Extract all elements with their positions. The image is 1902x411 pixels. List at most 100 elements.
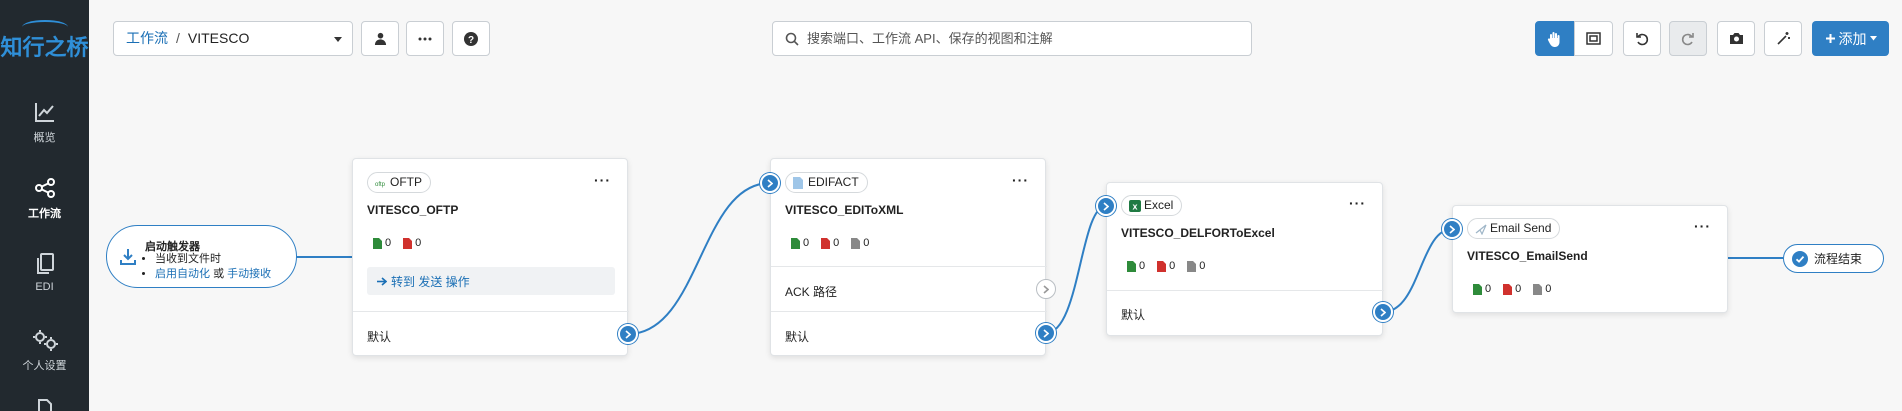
error-count[interactable]: 0 <box>821 237 839 249</box>
connector-type-label: OFTP <box>390 175 422 189</box>
node-status-counts: 0 0 <box>373 237 421 249</box>
enable-automation-link[interactable]: 启用自动化 <box>155 268 210 280</box>
magic-wand-icon <box>1776 32 1790 45</box>
error-count[interactable]: 0 <box>403 237 421 249</box>
error-count-value: 0 <box>415 237 422 249</box>
error-count[interactable]: 0 <box>1157 260 1175 272</box>
success-count-value: 0 <box>385 237 392 249</box>
node-title: VITESCO_EDIToXML <box>785 203 904 217</box>
caret-down-icon <box>1869 36 1877 41</box>
pending-count[interactable]: 0 <box>1533 283 1551 295</box>
sidebar-item-label: 个人设置 <box>22 360 67 372</box>
input-port[interactable] <box>760 173 780 193</box>
email-icon <box>1475 224 1487 235</box>
breadcrumb-root-link[interactable]: 工作流 <box>126 30 168 46</box>
document-icon <box>37 399 52 411</box>
screenshot-button[interactable] <box>1717 21 1755 56</box>
flow-end-label: 流程结束 <box>1814 252 1863 266</box>
svg-text:oftp: oftp <box>375 182 386 188</box>
connector-edifact-excel <box>1045 205 1107 334</box>
node-title: VITESCO_OFTP <box>367 203 459 217</box>
camera-icon <box>1729 33 1743 44</box>
select-mode-button[interactable] <box>1574 21 1613 56</box>
manual-receive-link[interactable]: 手动接收 <box>227 268 271 280</box>
output-port-ack[interactable] <box>1036 279 1056 299</box>
node-menu-button[interactable]: ··· <box>1694 218 1711 234</box>
output-port-default[interactable] <box>1036 323 1056 343</box>
search-icon <box>785 32 799 46</box>
arrow-right-icon <box>377 276 387 286</box>
divider <box>1107 290 1384 291</box>
pending-count-value: 0 <box>863 237 870 249</box>
file-success-icon <box>791 237 800 249</box>
sidebar-item-more[interactable] <box>0 398 89 411</box>
auto-layout-button[interactable] <box>1764 21 1802 56</box>
search-box[interactable] <box>772 21 1252 56</box>
pan-mode-button[interactable] <box>1535 21 1574 56</box>
sidebar-item-settings[interactable]: 个人设置 <box>0 328 89 373</box>
output-port-default[interactable] <box>1373 302 1393 322</box>
sidebar-item-overview[interactable]: 概览 <box>0 100 89 145</box>
connector-type-label: EDIFACT <box>808 175 859 189</box>
node-menu-button[interactable]: ··· <box>594 172 611 188</box>
node-email-send[interactable]: Email Send ··· VITESCO_EmailSend 0 0 0 <box>1452 205 1728 313</box>
redo-button[interactable] <box>1669 21 1707 56</box>
pending-count[interactable]: 0 <box>851 237 869 249</box>
success-count-value: 0 <box>803 237 810 249</box>
add-button[interactable]: 添加 <box>1812 21 1889 56</box>
start-trigger-links: 启用自动化 或 手动接收 <box>155 267 271 282</box>
connector-type-badge: Email Send <box>1467 218 1561 239</box>
node-edifact[interactable]: EDIFACT ··· VITESCO_EDIToXML 0 0 0 ACK 路… <box>770 158 1047 356</box>
user-button[interactable] <box>361 21 399 56</box>
connector-type-label: Email Send <box>1490 221 1552 235</box>
node-menu-button[interactable]: ··· <box>1349 195 1366 211</box>
sidebar-item-label: 工作流 <box>28 208 61 220</box>
search-input[interactable] <box>807 31 1227 46</box>
excel-icon: x <box>1129 200 1141 212</box>
undo-button[interactable] <box>1623 21 1661 56</box>
goto-send-action[interactable]: 转到 发送 操作 <box>367 267 615 295</box>
input-port[interactable] <box>1096 196 1116 216</box>
success-count[interactable]: 0 <box>1127 260 1145 272</box>
chevron-down-icon[interactable] <box>334 37 342 42</box>
pending-count[interactable]: 0 <box>1187 260 1205 272</box>
node-title: VITESCO_DELFORToExcel <box>1121 226 1275 240</box>
sidebar-item-edi[interactable]: EDI <box>0 252 89 293</box>
node-menu-button[interactable]: ··· <box>1012 172 1029 188</box>
error-count-value: 0 <box>833 237 840 249</box>
chevron-right-icon <box>1449 224 1455 234</box>
output-port-default[interactable] <box>618 324 638 344</box>
connector-oftp-edifact <box>627 182 771 335</box>
file-pending-icon <box>851 237 861 249</box>
input-port[interactable] <box>1442 219 1462 239</box>
more-options-button[interactable] <box>406 21 444 56</box>
error-count[interactable]: 0 <box>1503 283 1521 295</box>
help-icon: ? <box>464 31 478 46</box>
sidebar-item-workflow[interactable]: 工作流 <box>0 176 89 221</box>
canvas-mode-toggle[interactable] <box>1535 21 1613 56</box>
user-icon <box>374 32 386 45</box>
node-status-counts: 0 0 0 <box>791 237 869 249</box>
breadcrumb[interactable]: 工作流 / VITESCO <box>113 21 353 56</box>
file-success-icon <box>1473 283 1482 295</box>
success-count[interactable]: 0 <box>791 237 809 249</box>
pending-count-value: 0 <box>1199 260 1206 272</box>
help-button[interactable]: ? <box>452 21 490 56</box>
app-logo[interactable]: 知行之桥 <box>0 30 89 62</box>
success-count[interactable]: 0 <box>373 237 391 249</box>
node-oftp[interactable]: oftp OFTP ··· VITESCO_OFTP 0 0 转到 发送 操作 … <box>352 158 629 356</box>
breadcrumb-separator: / <box>176 30 180 46</box>
start-trigger[interactable]: 启动触发器 当收到文件时 启用自动化 或 手动接收 <box>106 225 297 288</box>
sidebar: 知行之桥 概览 工作流 EDI 个人设置 <box>0 0 89 411</box>
flow-share-icon <box>34 178 55 198</box>
divider <box>353 311 629 312</box>
flow-end[interactable]: 流程结束 <box>1783 244 1884 273</box>
output-label-default: 默认 <box>367 330 392 344</box>
node-excel[interactable]: x Excel ··· VITESCO_DELFORToExcel 0 0 0 … <box>1106 182 1384 336</box>
download-icon <box>120 249 136 265</box>
success-count[interactable]: 0 <box>1473 283 1491 295</box>
output-label-default: 默认 <box>785 330 810 344</box>
chart-line-icon <box>34 103 54 122</box>
connector-type-label: Excel <box>1144 198 1174 212</box>
file-error-icon <box>1157 260 1167 272</box>
